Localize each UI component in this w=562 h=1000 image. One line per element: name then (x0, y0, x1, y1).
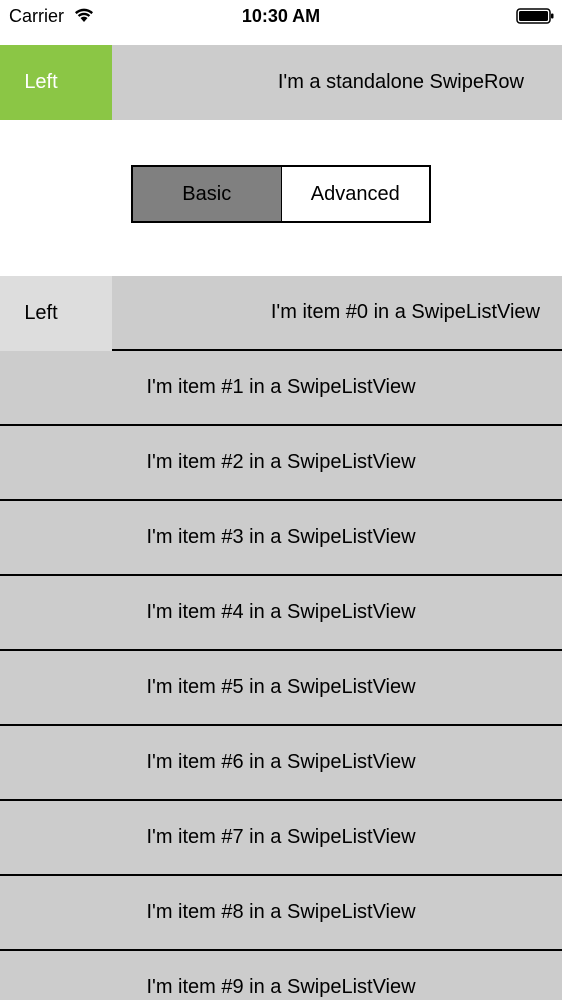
list-item-label: I'm item #3 in a SwipeListView (146, 526, 416, 548)
status-bar: Carrier 10:30 AM (0, 0, 562, 32)
list-item-label: I'm item #6 in a SwipeListView (146, 751, 416, 773)
standalone-row-label: I'm a standalone SwipeRow (277, 71, 524, 93)
list-item[interactable]: I'm item #2 in a SwipeListView (0, 426, 562, 501)
list-item[interactable]: I'm item #9 in a SwipeListView (0, 951, 562, 1000)
list-item-label: I'm item #7 in a SwipeListView (146, 826, 416, 848)
list-item-label: I'm item #2 in a SwipeListView (146, 451, 416, 473)
list-item[interactable]: I'm item #8 in a SwipeListView (0, 876, 562, 951)
app-screen: Carrier 10:30 AM Left I'm a standalone S… (0, 0, 562, 1000)
list-item-left-action[interactable]: Left (0, 276, 112, 351)
list-item-label: I'm item #9 in a SwipeListView (146, 976, 416, 998)
segment-basic[interactable]: Basic (133, 167, 282, 221)
list-item[interactable]: I'm item #1 in a SwipeListView (0, 351, 562, 426)
list-item[interactable]: I'm item #7 in a SwipeListView (0, 801, 562, 876)
list-item-label: I'm item #5 in a SwipeListView (146, 676, 416, 698)
list-item[interactable]: Left I'm item #0 in a SwipeListView (0, 276, 562, 351)
list-item-label: I'm item #8 in a SwipeListView (146, 901, 416, 923)
list-item[interactable]: I'm item #3 in a SwipeListView (0, 501, 562, 576)
list-item[interactable]: I'm item #6 in a SwipeListView (0, 726, 562, 801)
segment-advanced[interactable]: Advanced (281, 167, 429, 221)
standalone-swipe-row[interactable]: Left I'm a standalone SwipeRow (0, 45, 562, 120)
swipe-list-view: Left I'm item #0 in a SwipeListView I'm … (0, 276, 562, 1000)
list-item-label: I'm item #1 in a SwipeListView (146, 376, 416, 398)
clock-time: 10:30 AM (241, 6, 321, 26)
list-item-label: I'm item #0 in a SwipeListView (270, 301, 540, 323)
list-item[interactable]: I'm item #4 in a SwipeListView (0, 576, 562, 651)
segmented-control: Basic Advanced (131, 165, 431, 223)
list-item[interactable]: I'm item #5 in a SwipeListView (0, 651, 562, 726)
standalone-left-action[interactable]: Left (0, 45, 112, 120)
battery-icon (516, 8, 554, 24)
list-item-label: I'm item #4 in a SwipeListView (146, 601, 416, 623)
